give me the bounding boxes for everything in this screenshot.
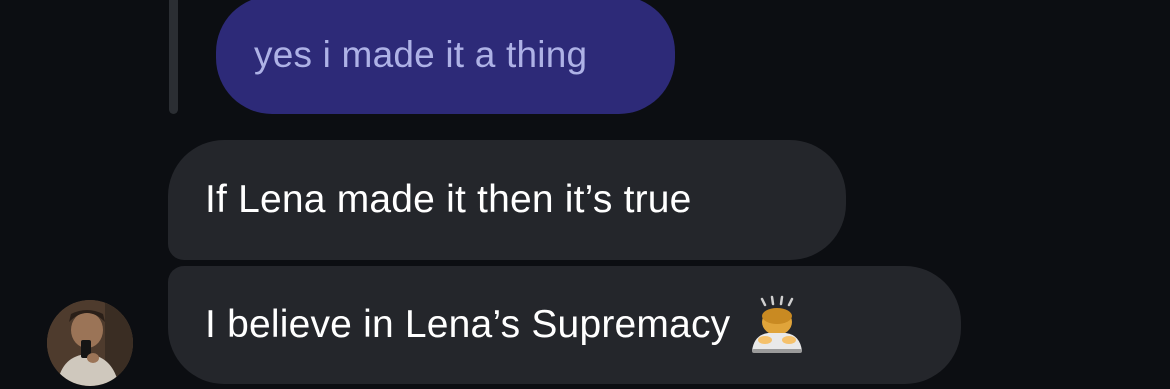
quoted-message-bubble[interactable]: yes i made it a thing [216, 0, 675, 114]
quoted-message-text: yes i made it a thing [254, 34, 588, 75]
person-bowing-icon [748, 295, 806, 355]
message-text: If Lena made it then it’s true [205, 178, 692, 221]
message-thread: yes i made it a thing If Lena made it th… [0, 0, 1170, 389]
reply-thread-line [169, 0, 178, 114]
message-bubble[interactable]: I believe in Lena’s Supremacy [168, 266, 961, 384]
message-text: I believe in Lena’s Supremacy [205, 303, 731, 346]
message-bubble[interactable]: If Lena made it then it’s true [168, 140, 846, 260]
sender-avatar[interactable] [47, 300, 133, 386]
